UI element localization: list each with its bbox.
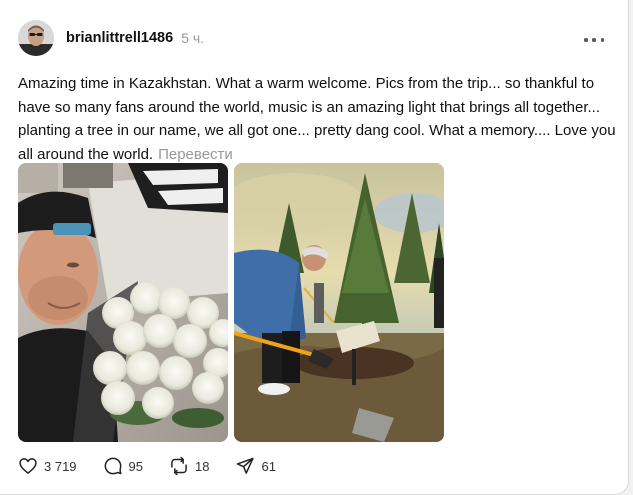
comment-bubble-icon	[103, 456, 123, 476]
post-photo-tree-planting[interactable]	[234, 163, 444, 442]
comment-button[interactable]: 95	[103, 456, 143, 476]
post-time: 5 ч.	[181, 30, 205, 46]
post-header: brianlittrell1486 5 ч.	[18, 20, 204, 56]
username[interactable]: brianlittrell1486	[66, 30, 173, 46]
more-horizontal-icon[interactable]	[584, 30, 604, 50]
repost-button[interactable]: 18	[169, 456, 209, 476]
translate-link[interactable]: Перевести	[158, 146, 233, 163]
repost-count: 18	[195, 458, 210, 474]
send-icon	[235, 456, 255, 476]
post-photo-selfie[interactable]	[18, 163, 228, 442]
share-button[interactable]: 61	[235, 456, 276, 476]
post-card: brianlittrell1486 5 ч. Amazing time in K…	[0, 0, 629, 495]
heart-icon	[18, 456, 38, 476]
avatar[interactable]	[18, 20, 54, 56]
like-button[interactable]: 3 719	[18, 456, 77, 476]
repost-icon	[169, 456, 189, 476]
post-text: Amazing time in Kazakhstan. What a warm …	[18, 72, 618, 166]
post-body: Amazing time in Kazakhstan. What a warm …	[18, 75, 616, 163]
like-count: 3 719	[44, 458, 77, 474]
comment-count: 95	[128, 458, 144, 474]
share-count: 61	[261, 458, 276, 474]
post-actions: 3 719 95 18 61	[18, 456, 302, 476]
